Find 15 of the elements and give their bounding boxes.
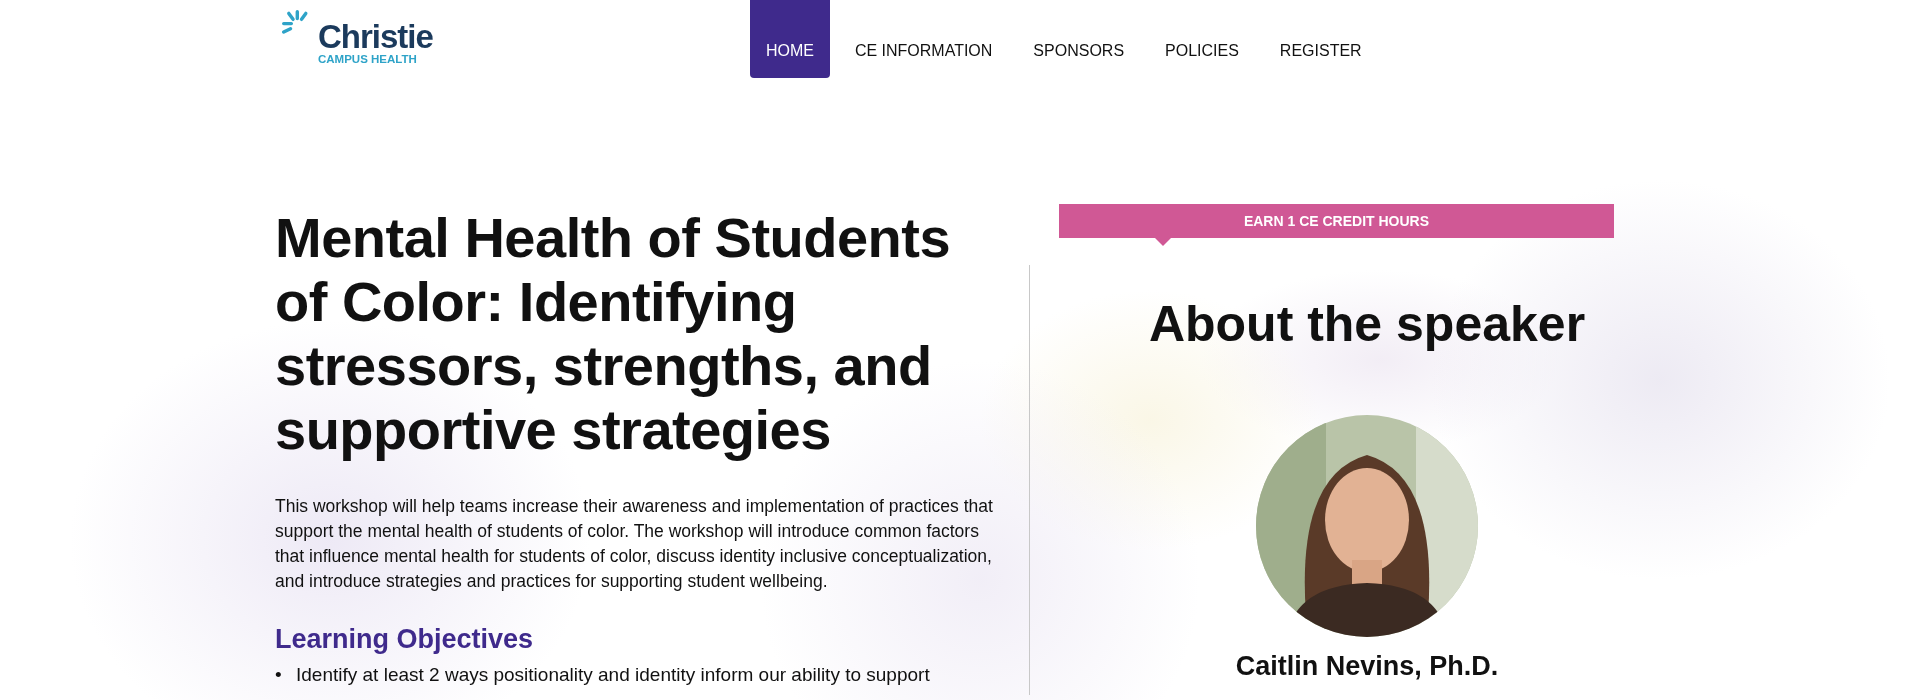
credit-badge: EARN 1 CE CREDIT HOURS xyxy=(1059,204,1614,246)
nav-link[interactable]: SPONSORS xyxy=(1017,0,1141,78)
nav-link[interactable]: POLICIES xyxy=(1149,0,1255,78)
nav-link[interactable]: HOME xyxy=(749,0,830,78)
nav-link[interactable]: CE INFORMATION xyxy=(838,0,1009,78)
objective-item: Identify at least 2 ways positionality and identity inform our ability to support xyxy=(296,663,930,687)
logo-name: Christie xyxy=(317,22,433,52)
logo-tagline: CAMPUS HEALTH xyxy=(317,52,418,66)
course-title: Mental Health of Students of Color: Identifying stressors, strengths, and supportive strategies xyxy=(275,206,952,462)
speaker-name: Caitlin Nevins, Ph.D. xyxy=(1235,651,1499,682)
objectives-heading: Learning Objectives xyxy=(275,624,535,655)
bullet-mark: • xyxy=(275,663,283,687)
course-description: This workshop will help teams increase their awareness and implementation of practices that support the mental health of students of color. The workshop will introduce common factors that influence mental health for students of color, discuss identity inclusive conceptualization, and introduce strategies and practices for supporting student wellbeing. xyxy=(275,495,994,593)
nav-link[interactable]: REGISTER xyxy=(1263,0,1378,78)
speaker-heading: About the speaker xyxy=(1148,295,1586,353)
